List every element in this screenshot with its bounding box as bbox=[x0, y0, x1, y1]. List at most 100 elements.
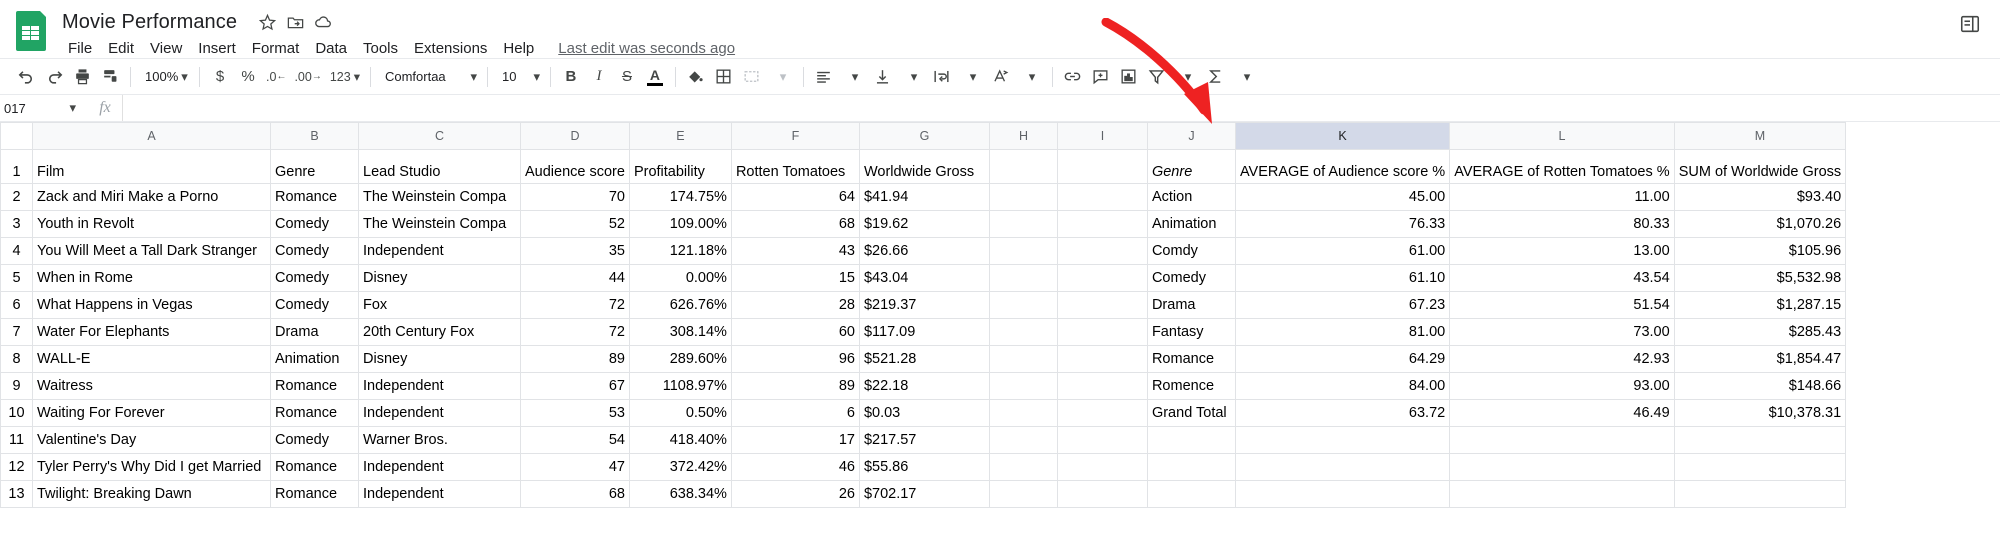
cell-gross[interactable]: $26.66 bbox=[858, 237, 990, 265]
text-color-button[interactable]: A bbox=[641, 63, 669, 91]
pivot-grand-total-label[interactable]: Grand Total bbox=[1146, 399, 1236, 427]
column-header-c[interactable]: C bbox=[358, 122, 521, 150]
cell-f1[interactable]: Rotten Tomatoes bbox=[730, 149, 860, 184]
cell-film[interactable]: Valentine's Day bbox=[32, 426, 271, 454]
row-header-3[interactable]: 3 bbox=[0, 210, 33, 238]
pivot-cell-rotten[interactable]: 42.93 bbox=[1449, 345, 1675, 373]
column-header-f[interactable]: F bbox=[730, 122, 860, 150]
cell-gross[interactable]: $219.37 bbox=[858, 291, 990, 319]
cell-genre[interactable]: Comedy bbox=[270, 291, 359, 319]
pivot-grand-total-audience[interactable]: 63.72 bbox=[1234, 399, 1451, 427]
merge-cells-dropdown[interactable]: ▾ bbox=[769, 63, 797, 91]
cell-gross[interactable]: $0.03 bbox=[858, 399, 990, 427]
cell-j[interactable] bbox=[1146, 453, 1236, 481]
cell-rotten[interactable]: 89 bbox=[730, 372, 860, 400]
cell-studio[interactable]: 20th Century Fox bbox=[358, 318, 521, 346]
cell-profit[interactable]: 372.42% bbox=[628, 453, 732, 481]
cell-k[interactable] bbox=[1234, 426, 1451, 454]
cell-audience[interactable]: 47 bbox=[520, 453, 630, 481]
cell-rotten[interactable]: 15 bbox=[730, 264, 860, 292]
cell-g1[interactable]: Worldwide Gross bbox=[858, 149, 990, 184]
pivot-cell-genre[interactable]: Fantasy bbox=[1146, 318, 1236, 346]
cell-h[interactable] bbox=[988, 345, 1058, 373]
menu-item-extensions[interactable]: Extensions bbox=[406, 38, 495, 59]
cell-i1[interactable] bbox=[1056, 149, 1148, 184]
cell-l[interactable] bbox=[1449, 480, 1675, 508]
redo-icon[interactable] bbox=[40, 63, 68, 91]
cell-profit[interactable]: 0.00% bbox=[628, 264, 732, 292]
cell-audience[interactable]: 44 bbox=[520, 264, 630, 292]
pivot-cell-gross[interactable]: $1,854.47 bbox=[1673, 345, 1847, 373]
cell-film[interactable]: You Will Meet a Tall Dark Stranger bbox=[32, 237, 271, 265]
cell-h[interactable] bbox=[988, 426, 1058, 454]
cell-film[interactable]: WALL-E bbox=[32, 345, 271, 373]
undo-icon[interactable] bbox=[12, 63, 40, 91]
pivot-cell-rotten[interactable]: 80.33 bbox=[1449, 210, 1675, 238]
cell-rotten[interactable]: 46 bbox=[730, 453, 860, 481]
borders-icon[interactable] bbox=[710, 63, 738, 91]
filter-icon[interactable] bbox=[1143, 63, 1171, 91]
row-header-7[interactable]: 7 bbox=[0, 318, 33, 346]
cell-profit[interactable]: 0.50% bbox=[628, 399, 732, 427]
column-header-h[interactable]: H bbox=[988, 122, 1058, 150]
cell-rotten[interactable]: 28 bbox=[730, 291, 860, 319]
menu-item-help[interactable]: Help bbox=[495, 38, 542, 59]
cell-audience[interactable]: 67 bbox=[520, 372, 630, 400]
cell-l[interactable] bbox=[1449, 453, 1675, 481]
cell-gross[interactable]: $22.18 bbox=[858, 372, 990, 400]
cell-studio[interactable]: Warner Bros. bbox=[358, 426, 521, 454]
cell-k[interactable] bbox=[1234, 453, 1451, 481]
chevron-down-icon[interactable]: ▾ bbox=[69, 100, 76, 116]
cell-h[interactable] bbox=[988, 372, 1058, 400]
pivot-row-field-header[interactable]: Genre bbox=[1146, 149, 1236, 184]
row-header-13[interactable]: 13 bbox=[0, 480, 33, 508]
cell-rotten[interactable]: 26 bbox=[730, 480, 860, 508]
cell-a1[interactable]: Film bbox=[32, 149, 271, 184]
cell-genre[interactable]: Comedy bbox=[270, 237, 359, 265]
cell-h[interactable] bbox=[988, 237, 1058, 265]
pivot-cell-gross[interactable]: $1,070.26 bbox=[1673, 210, 1847, 238]
side-panel-icon[interactable] bbox=[1956, 10, 1984, 38]
increase-decimal-button[interactable]: .00 → bbox=[290, 63, 325, 91]
cell-rotten[interactable]: 43 bbox=[730, 237, 860, 265]
cell-h[interactable] bbox=[988, 318, 1058, 346]
row-header-4[interactable]: 4 bbox=[0, 237, 33, 265]
cell-gross[interactable]: $19.62 bbox=[858, 210, 990, 238]
row-header-8[interactable]: 8 bbox=[0, 345, 33, 373]
pivot-cell-rotten[interactable]: 73.00 bbox=[1449, 318, 1675, 346]
cell-studio[interactable]: Disney bbox=[358, 345, 521, 373]
pivot-cell-gross[interactable]: $285.43 bbox=[1673, 318, 1847, 346]
pivot-grand-total-gross[interactable]: $10,378.31 bbox=[1673, 399, 1847, 427]
row-header-10[interactable]: 10 bbox=[0, 399, 33, 427]
horizontal-align-icon[interactable] bbox=[810, 63, 838, 91]
pivot-cell-genre[interactable]: Romance bbox=[1146, 345, 1236, 373]
cell-j[interactable] bbox=[1146, 480, 1236, 508]
text-rotation-dropdown[interactable]: ▾ bbox=[1018, 63, 1046, 91]
column-header-b[interactable]: B bbox=[270, 122, 359, 150]
cell-i[interactable] bbox=[1056, 480, 1148, 508]
pivot-cell-rotten[interactable]: 43.54 bbox=[1449, 264, 1675, 292]
filter-dropdown[interactable]: ▾ bbox=[1174, 63, 1202, 91]
pivot-cell-audience[interactable]: 64.29 bbox=[1234, 345, 1451, 373]
cell-film[interactable]: Waiting For Forever bbox=[32, 399, 271, 427]
pivot-cell-gross[interactable]: $148.66 bbox=[1673, 372, 1847, 400]
menu-item-format[interactable]: Format bbox=[244, 38, 308, 59]
cell-i[interactable] bbox=[1056, 426, 1148, 454]
column-header-m[interactable]: M bbox=[1673, 122, 1847, 150]
cell-film[interactable]: What Happens in Vegas bbox=[32, 291, 271, 319]
cell-studio[interactable]: Independent bbox=[358, 237, 521, 265]
pivot-cell-rotten[interactable]: 93.00 bbox=[1449, 372, 1675, 400]
row-header-6[interactable]: 6 bbox=[0, 291, 33, 319]
column-header-j[interactable]: J bbox=[1146, 122, 1236, 150]
cell-audience[interactable]: 70 bbox=[520, 183, 630, 211]
cell-genre[interactable]: Comedy bbox=[270, 264, 359, 292]
menu-item-file[interactable]: File bbox=[60, 38, 100, 59]
cell-audience[interactable]: 54 bbox=[520, 426, 630, 454]
cell-i[interactable] bbox=[1056, 264, 1148, 292]
cell-studio[interactable]: Independent bbox=[358, 453, 521, 481]
pivot-grand-total-rotten[interactable]: 46.49 bbox=[1449, 399, 1675, 427]
cell-j[interactable] bbox=[1146, 426, 1236, 454]
move-to-folder-icon[interactable] bbox=[283, 10, 307, 34]
pivot-cell-gross[interactable]: $1,287.15 bbox=[1673, 291, 1847, 319]
cell-m[interactable] bbox=[1673, 426, 1847, 454]
